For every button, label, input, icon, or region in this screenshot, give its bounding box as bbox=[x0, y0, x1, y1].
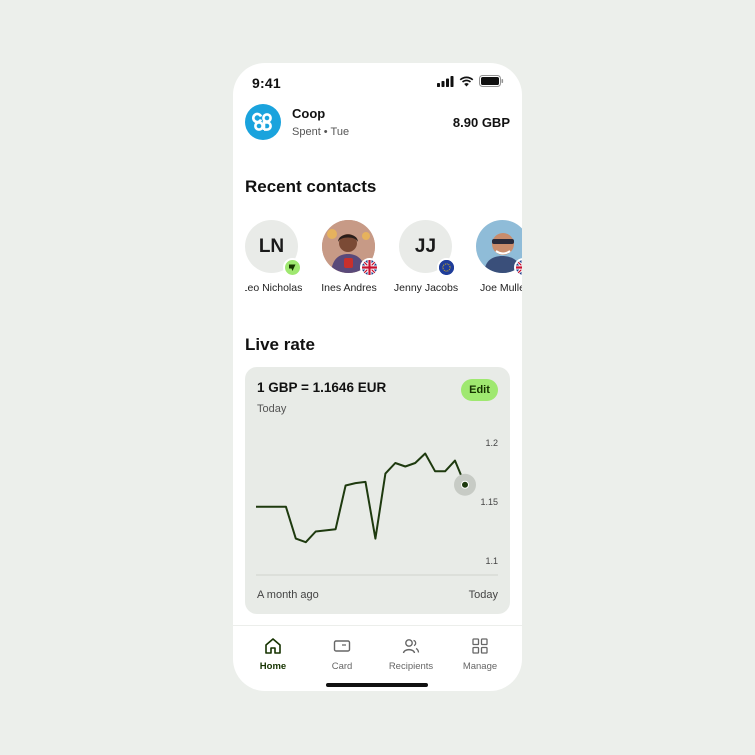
rate-chart: 1.2 1.15 1.1 bbox=[256, 438, 498, 576]
tab-recipients[interactable]: Recipients bbox=[375, 626, 447, 676]
transaction-row[interactable]: Coop Spent • Tue 8.90 GBP bbox=[245, 103, 510, 143]
x-tick-end: Today bbox=[468, 589, 498, 601]
home-indicator bbox=[326, 683, 428, 687]
contact-name: Leo Nicholas bbox=[245, 282, 303, 294]
eu-flag-icon bbox=[437, 258, 456, 277]
transaction-amount: 8.90 GBP bbox=[452, 115, 510, 130]
card-icon bbox=[333, 640, 351, 652]
avatar-initials: JJ bbox=[414, 235, 437, 257]
tab-label: Home bbox=[259, 661, 287, 672]
tab-label: Card bbox=[331, 661, 353, 672]
current-point bbox=[461, 480, 469, 489]
merchant-name: Coop bbox=[292, 106, 326, 121]
tab-card[interactable]: Card bbox=[306, 626, 378, 676]
manage-grid-icon bbox=[472, 638, 488, 654]
coop-logo bbox=[245, 104, 281, 140]
live-rate-card[interactable]: 1 GBP = 1.1646 EUR Today Edit 1.2 1.15 1.1… bbox=[245, 367, 510, 614]
transaction-subtitle: Spent • Tue bbox=[292, 126, 350, 138]
live-rate-title: Live rate bbox=[245, 335, 315, 354]
status-bar: 9:41 bbox=[233, 63, 522, 103]
rate-series-line bbox=[256, 452, 466, 544]
tab-label: Recipients bbox=[388, 661, 434, 672]
tab-label: Manage bbox=[462, 661, 498, 672]
contact-name: Joe Mulle bbox=[480, 282, 522, 294]
status-icons bbox=[437, 75, 504, 87]
uk-flag-icon bbox=[514, 258, 522, 277]
uk-flag-icon bbox=[360, 258, 379, 277]
y-tick-label: 1.1 bbox=[485, 556, 498, 566]
recent-contacts-list[interactable]: LN Leo Nicholas Ines Andres JJ Jenny Jac… bbox=[245, 220, 522, 315]
recent-contacts-title: Recent contacts bbox=[245, 177, 377, 196]
y-tick-label: 1.2 bbox=[485, 438, 498, 448]
tab-manage[interactable]: Manage bbox=[444, 626, 516, 676]
wise-badge-icon bbox=[283, 258, 302, 277]
tab-bar: Home Card Recipients Manage bbox=[233, 625, 522, 691]
battery-icon bbox=[479, 75, 504, 87]
contact-name: Ines Andres bbox=[321, 282, 377, 294]
home-icon bbox=[265, 638, 281, 654]
phone-screen: 9:41 Coop Spent • Tue 8.90 GBP Recent co… bbox=[233, 63, 522, 691]
status-time: 9:41 bbox=[252, 75, 281, 91]
tab-home[interactable]: Home bbox=[237, 626, 309, 676]
x-tick-start: A month ago bbox=[257, 589, 319, 601]
avatar-initials: LN bbox=[258, 235, 285, 257]
signal-icon bbox=[437, 75, 454, 87]
recipients-icon bbox=[402, 639, 420, 654]
y-tick-label: 1.15 bbox=[480, 497, 498, 507]
wifi-icon bbox=[459, 76, 474, 86]
contact-name: Jenny Jacobs bbox=[393, 282, 459, 294]
